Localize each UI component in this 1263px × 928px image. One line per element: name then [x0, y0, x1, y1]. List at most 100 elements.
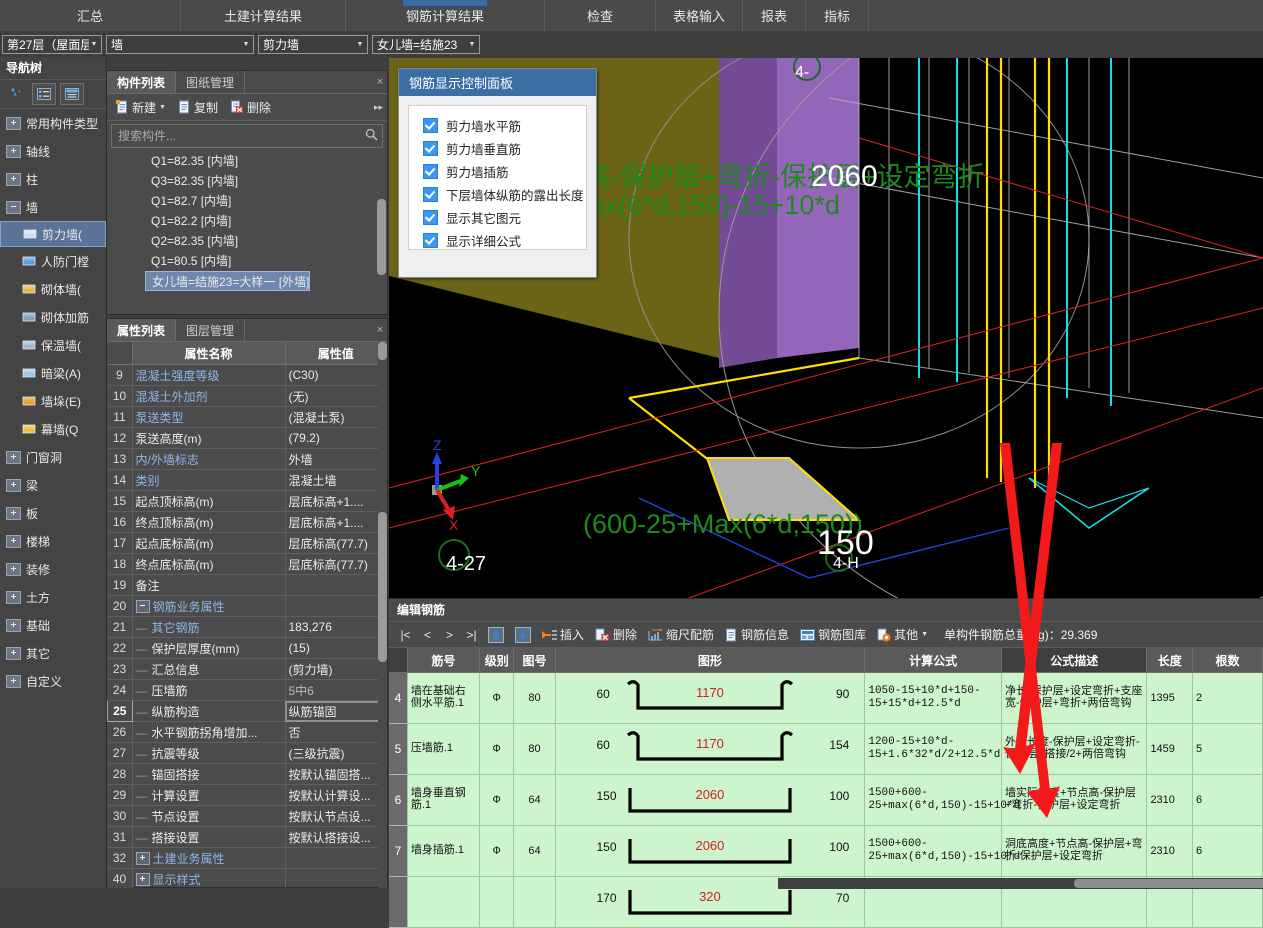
chevron-down-icon[interactable]: ▼ [921, 631, 928, 638]
rebar-grid-header-rebar-no[interactable]: 筋号 [407, 648, 481, 673]
rebar-grid-header-formula[interactable]: 计算公式 [864, 648, 1002, 673]
nav-item-18[interactable]: 基础 [0, 611, 106, 639]
rebar-shapeno-cell[interactable]: 80 [513, 723, 556, 775]
property-value[interactable] [285, 574, 387, 596]
rebar-shape-cell[interactable]: 150 2060 100 [555, 774, 866, 826]
sparkle-icon[interactable] [6, 84, 28, 104]
table-row[interactable]: 7 墙身插筋.1 Ф 64 150 2060 100 1500+600-25+max(6*d,… [389, 825, 1263, 877]
floor-selector[interactable]: 第27层（屋面层 ▼ [2, 34, 102, 54]
nav-item-17[interactable]: 土方 [0, 583, 106, 611]
rebar-grid-header-grade[interactable]: 级别 [479, 648, 515, 673]
property-value[interactable]: 否 [285, 721, 387, 743]
checkbox-icon[interactable] [423, 187, 438, 202]
nav-item-11[interactable]: 幕墙(Q [0, 415, 106, 443]
first-record-button[interactable]: |< [395, 628, 416, 642]
checkbox-row-2[interactable]: 剪力墙插筋 [409, 160, 586, 183]
nav-item-4[interactable]: 剪力墙( [0, 221, 106, 247]
scale-rebar-button[interactable]: 缩尺配筋 [643, 625, 719, 644]
rebar-grid-header-length[interactable]: 长度 [1146, 648, 1193, 673]
row-number[interactable]: 5 [389, 723, 408, 775]
tree-toggle-icon[interactable] [135, 872, 150, 886]
table-row[interactable]: 4 墙在基础右侧水平筋.1 Ф 80 60 1170 90 1050-15+10*d+150-… [389, 672, 1263, 724]
rebar-grade-cell[interactable]: Ф [479, 723, 515, 775]
rebar-grade-cell[interactable]: Ф [479, 774, 515, 826]
property-value[interactable]: 按默认锚固搭... [285, 763, 387, 785]
nav-item-15[interactable]: 楼梯 [0, 527, 106, 555]
property-row[interactable]: 22— 保护层厚度(mm) (15) [107, 637, 387, 659]
category-selector[interactable]: 墙 ▼ [106, 34, 254, 54]
folder-icon[interactable] [6, 450, 21, 464]
next-record-button[interactable]: > [439, 628, 460, 642]
rebar-shapeno-cell[interactable]: 80 [513, 672, 556, 724]
insert-button[interactable]: 插入 [537, 625, 589, 644]
nav-item-10[interactable]: 墙垛(E) [0, 387, 106, 415]
rebar-count-cell[interactable]: 6 [1192, 825, 1263, 877]
checkbox-row-3[interactable]: 下层墙体纵筋的露出长度 [409, 183, 586, 206]
folder-icon[interactable] [6, 674, 21, 688]
row-number[interactable]: 7 [389, 825, 408, 877]
checkbox-icon[interactable] [423, 118, 438, 133]
component-item[interactable]: Q1=82.35 [内墙] [107, 151, 387, 171]
chevron-down-icon[interactable]: ▼ [159, 104, 166, 111]
folder-icon[interactable] [6, 646, 21, 660]
folder-icon[interactable] [6, 534, 21, 548]
rebar-desc-cell[interactable]: 净长-保护层+设定弯折+支座宽-保护层+弯折+两倍弯钩 [1001, 672, 1148, 724]
tab-4[interactable]: 表格输入 [656, 0, 743, 31]
property-row[interactable]: 21— 其它钢筋 183,276 [107, 616, 387, 638]
rebar-count-cell[interactable]: 5 [1192, 723, 1263, 775]
delete-component-button[interactable]: 删除 [225, 97, 276, 118]
property-value[interactable] [285, 868, 387, 888]
property-value[interactable] [285, 847, 387, 869]
component-item[interactable]: Q3=82.35 [内墙] [107, 171, 387, 191]
property-value[interactable]: 外墙 [285, 448, 387, 470]
property-value[interactable]: 按默认计算设... [285, 784, 387, 806]
move-up-button[interactable] [483, 626, 509, 644]
component-item[interactable]: Q2=82.35 [内墙] [107, 231, 387, 251]
type-selector[interactable]: 剪力墙 ▼ [258, 34, 368, 54]
property-value[interactable]: (剪力墙) [285, 658, 387, 680]
panel-tab-0[interactable]: 构件列表 [107, 71, 177, 93]
rebar-grid-header-formula-desc[interactable]: 公式描述 [1001, 648, 1148, 673]
nav-item-16[interactable]: 装修 [0, 555, 106, 583]
property-row[interactable]: 40 显示样式 [107, 868, 387, 888]
checkbox-row-0[interactable]: 剪力墙水平筋 [409, 114, 586, 137]
folder-icon[interactable] [6, 562, 21, 576]
row-number[interactable]: 4 [389, 672, 408, 724]
other-button[interactable]: 其他 ▼ [872, 625, 933, 644]
checkbox-row-5[interactable]: 显示详细公式 [409, 229, 586, 252]
rebar-formula-cell[interactable]: 1200-15+10*d-15+1.6*32*d/2+12.5*d [864, 723, 1002, 775]
property-value[interactable]: (混凝土泵) [285, 406, 387, 428]
property-value[interactable]: (三级抗震) [285, 742, 387, 764]
member-selector[interactable]: 女儿墙=结施23 ▼ [372, 34, 480, 54]
property-value[interactable]: (79.2) [285, 427, 387, 449]
nav-item-0[interactable]: 常用构件类型 [0, 109, 106, 137]
rebar-shape-cell[interactable]: 60 1170 90 [555, 672, 866, 724]
rebar-length-cell[interactable]: 2310 [1146, 774, 1193, 826]
nav-item-6[interactable]: 砌体墙( [0, 275, 106, 303]
property-row[interactable]: 17 起点底标高(m) 层底标高(77.7) [107, 532, 387, 554]
rebar-count-cell[interactable]: 6 [1192, 774, 1263, 826]
checkbox-row-1[interactable]: 剪力墙垂直筋 [409, 137, 586, 160]
property-value[interactable]: 层底标高+1.... [285, 511, 387, 533]
property-row[interactable]: 13 内/外墙标志 外墙 [107, 448, 387, 470]
property-value[interactable]: 层底标高(77.7) [285, 532, 387, 554]
delete-row-button[interactable]: 删除 [590, 625, 642, 644]
nav-item-12[interactable]: 门窗洞 [0, 443, 106, 471]
property-row[interactable]: 15 起点顶标高(m) 层底标高+1.... [107, 490, 387, 512]
close-icon[interactable]: × [373, 71, 387, 93]
component-item[interactable]: Q1=82.2 [内墙] [107, 211, 387, 231]
property-row[interactable]: 9 混凝土强度等级 (C30) [107, 364, 387, 386]
property-row[interactable]: 11 泵送类型 (混凝土泵) [107, 406, 387, 428]
component-item[interactable]: Q1=80.5 [内墙] [107, 251, 387, 271]
row-number[interactable] [389, 876, 408, 928]
rebar-formula-cell[interactable]: 1500+600-25+max(6*d,150)-15+10*d [864, 774, 1020, 826]
rebar-length-cell[interactable]: 1459 [1146, 723, 1193, 775]
rebar-name-cell[interactable]: 墙在基础右侧水平筋.1 [407, 672, 481, 724]
card-view-icon[interactable] [60, 83, 84, 105]
property-value[interactable]: 按默认搭接设... [285, 826, 387, 848]
property-row[interactable]: 29— 计算设置 按默认计算设... [107, 784, 387, 806]
tab-2[interactable]: 钢筋计算结果 [346, 0, 545, 31]
property-row[interactable]: 12 泵送高度(m) (79.2) [107, 427, 387, 449]
tree-toggle-icon[interactable] [135, 851, 150, 865]
property-row[interactable]: 16 终点顶标高(m) 层底标高+1.... [107, 511, 387, 533]
